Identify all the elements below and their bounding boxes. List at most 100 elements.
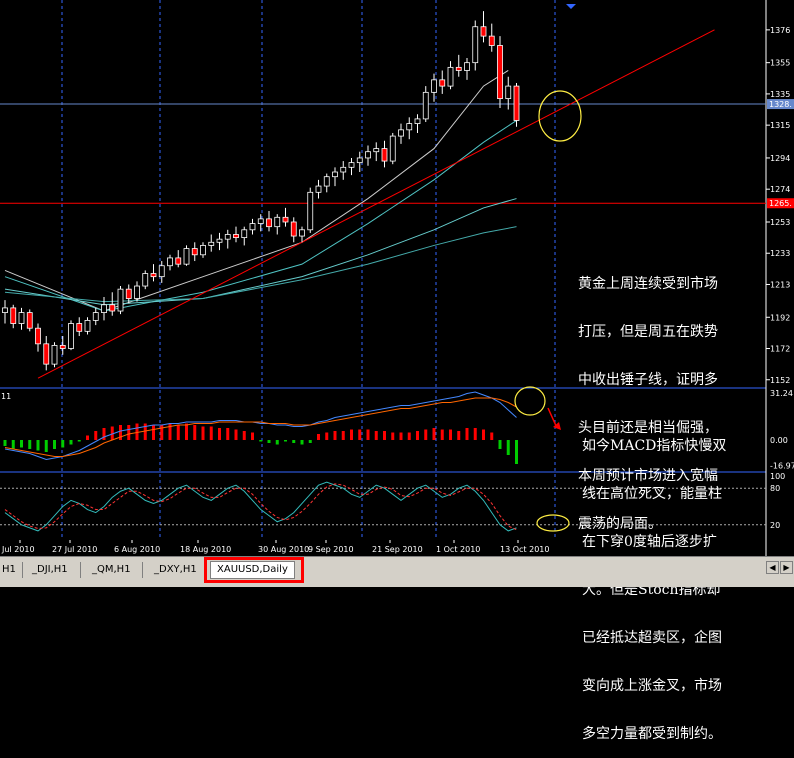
chart-shift-marker — [566, 4, 576, 9]
price-tick-label: 1315 — [770, 121, 790, 130]
macd-fast-line — [4, 391, 517, 461]
x-axis-label: 18 Aug 2010 — [180, 545, 231, 554]
candle-body — [35, 327, 41, 345]
candle-body — [26, 312, 33, 329]
candle-body — [158, 265, 165, 278]
candle-body — [332, 171, 338, 178]
price-tick-label: 1274 — [770, 185, 790, 194]
tab-qm-h1[interactable]: _QM,H1 — [92, 562, 131, 578]
candle-body — [439, 79, 446, 87]
tab-separator — [80, 562, 81, 578]
candle-body — [216, 238, 223, 243]
arrow-right-icon: ▶ — [783, 563, 790, 572]
stoch-tick-label: 100 — [770, 472, 785, 481]
x-axis-label: 6 Aug 2010 — [114, 545, 160, 554]
candle-body — [59, 344, 66, 349]
candle-body — [414, 118, 421, 124]
stoch-tick-label: 80 — [770, 484, 780, 493]
scroll-left-button[interactable]: ◀ — [766, 561, 779, 574]
candle-body — [101, 304, 107, 313]
price-tick-label: 1213 — [770, 280, 790, 289]
x-axis-label: 9 Sep 2010 — [308, 545, 354, 554]
candle-body — [10, 307, 17, 324]
macd-cross-circle — [514, 386, 546, 416]
candle-body — [92, 312, 99, 321]
candle-body — [447, 66, 454, 87]
support-price-label: 1265. — [769, 199, 792, 208]
candle-body — [373, 148, 380, 153]
candle-body — [51, 344, 58, 365]
macd-annotation-line: 变向成上涨金叉，市场 — [582, 678, 722, 694]
candle-body — [455, 66, 462, 71]
price-tick-label: 1294 — [770, 154, 790, 163]
macd-tick-label: 31.24 — [770, 389, 793, 398]
candle-body — [505, 85, 512, 99]
candle-body — [290, 221, 297, 237]
candle-body — [497, 45, 503, 99]
candle-body — [398, 129, 404, 137]
candle-body — [125, 288, 132, 299]
price-tick-label: 1192 — [770, 313, 790, 322]
candle-body — [406, 123, 413, 131]
price-tick-label: 1376 — [770, 26, 790, 35]
stoch-tick-label: 20 — [770, 521, 780, 530]
candle-body — [233, 234, 239, 239]
tab-dxy-h1[interactable]: _DXY,H1 — [154, 562, 197, 578]
candle-body — [356, 157, 363, 164]
candle-body — [117, 288, 124, 312]
candle-body — [348, 162, 355, 168]
candle-body — [365, 151, 371, 159]
stoch-oversold-circle — [536, 514, 570, 532]
candle-body — [43, 343, 50, 365]
tab-separator — [22, 562, 23, 578]
tab-dji-h1[interactable]: _DJI,H1 — [32, 562, 68, 578]
candle-body — [257, 218, 264, 224]
price-tick-label: 1172 — [770, 345, 790, 354]
main-annotation-line: 黄金上周连续受到市场 — [578, 276, 718, 292]
x-axis-label: 30 Aug 2010 — [258, 545, 309, 554]
macd-annotation-line: 线在高位死叉，能量柱 — [582, 486, 722, 502]
chart-tab-bar: H1 _DJI,H1 _QM,H1 _DXY,H1 XAUUSD,Daily — [0, 556, 794, 587]
macd-tick-label: -16.97 — [770, 461, 794, 470]
main-annotation-line: 打压，但是周五在跌势 — [578, 324, 718, 340]
macd-tick-label: 0.00 — [770, 436, 788, 445]
macd-label: 11 — [1, 392, 11, 401]
candle-body — [175, 257, 182, 265]
scroll-right-button[interactable]: ▶ — [780, 561, 793, 574]
candle-body — [464, 62, 470, 71]
x-axis-label: 13 Oct 2010 — [500, 545, 549, 554]
candle-body — [488, 35, 495, 46]
macd-annotation-line: 多空力量都受到制约。 — [582, 726, 722, 742]
candle-body — [191, 248, 198, 256]
candle-body — [200, 245, 206, 256]
candle-body — [183, 248, 190, 265]
candle-body — [274, 216, 281, 228]
price-tick-label: 1152 — [770, 376, 790, 385]
candle-body — [150, 273, 157, 278]
candle-body — [18, 312, 25, 324]
candle-body — [340, 166, 347, 173]
candle-body — [315, 185, 322, 193]
candle-body — [266, 218, 272, 228]
candle-body — [109, 304, 116, 312]
moving-average-line — [4, 70, 509, 312]
candle-body — [472, 26, 479, 64]
candle-body — [2, 307, 8, 313]
tab-h1[interactable]: H1 — [2, 562, 16, 578]
main-annotation-line: 中收出锤子线，证明多 — [578, 372, 718, 388]
x-axis-label: 27 Jul 2010 — [52, 545, 97, 554]
stoch-k-line — [4, 481, 517, 532]
candle-body — [76, 323, 83, 332]
stoch-d-line — [4, 483, 517, 531]
candle-body — [224, 234, 231, 240]
candle-body — [142, 273, 149, 287]
x-axis-label: Jul 2010 — [1, 545, 35, 554]
candle-body — [389, 135, 396, 162]
candle-body — [241, 229, 248, 239]
price-tick-label: 1335 — [770, 90, 790, 99]
candle-body — [208, 241, 215, 246]
candle-body — [134, 285, 140, 299]
candle-body — [307, 191, 314, 231]
candle-body — [282, 216, 289, 223]
candle-body — [68, 323, 74, 349]
